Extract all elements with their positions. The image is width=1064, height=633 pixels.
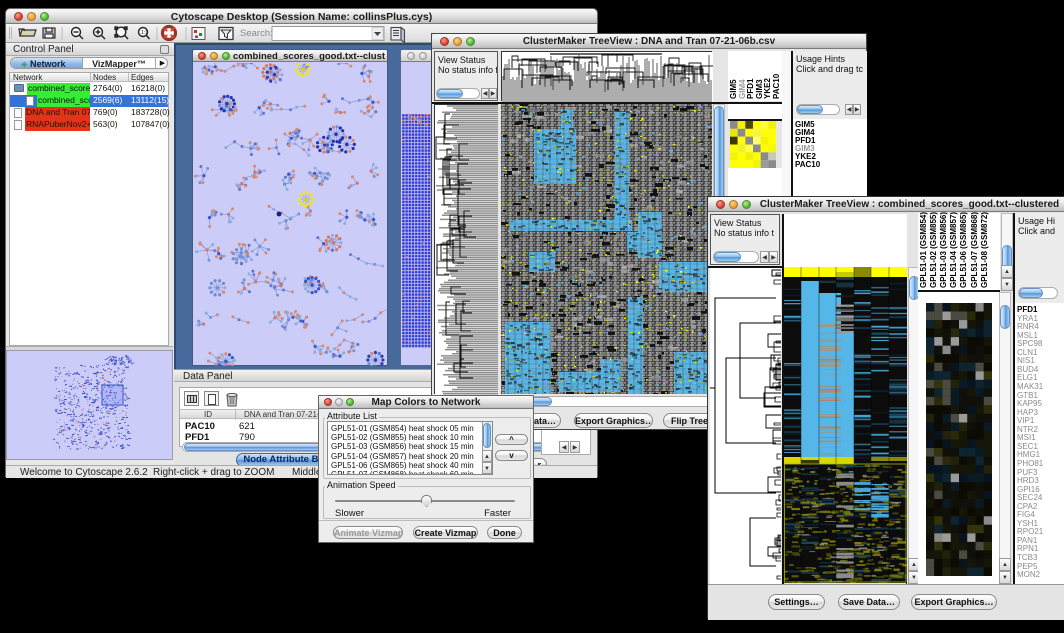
svg-text:1:1: 1:1 [141,30,148,36]
svg-text:Search:: Search: [240,28,273,39]
